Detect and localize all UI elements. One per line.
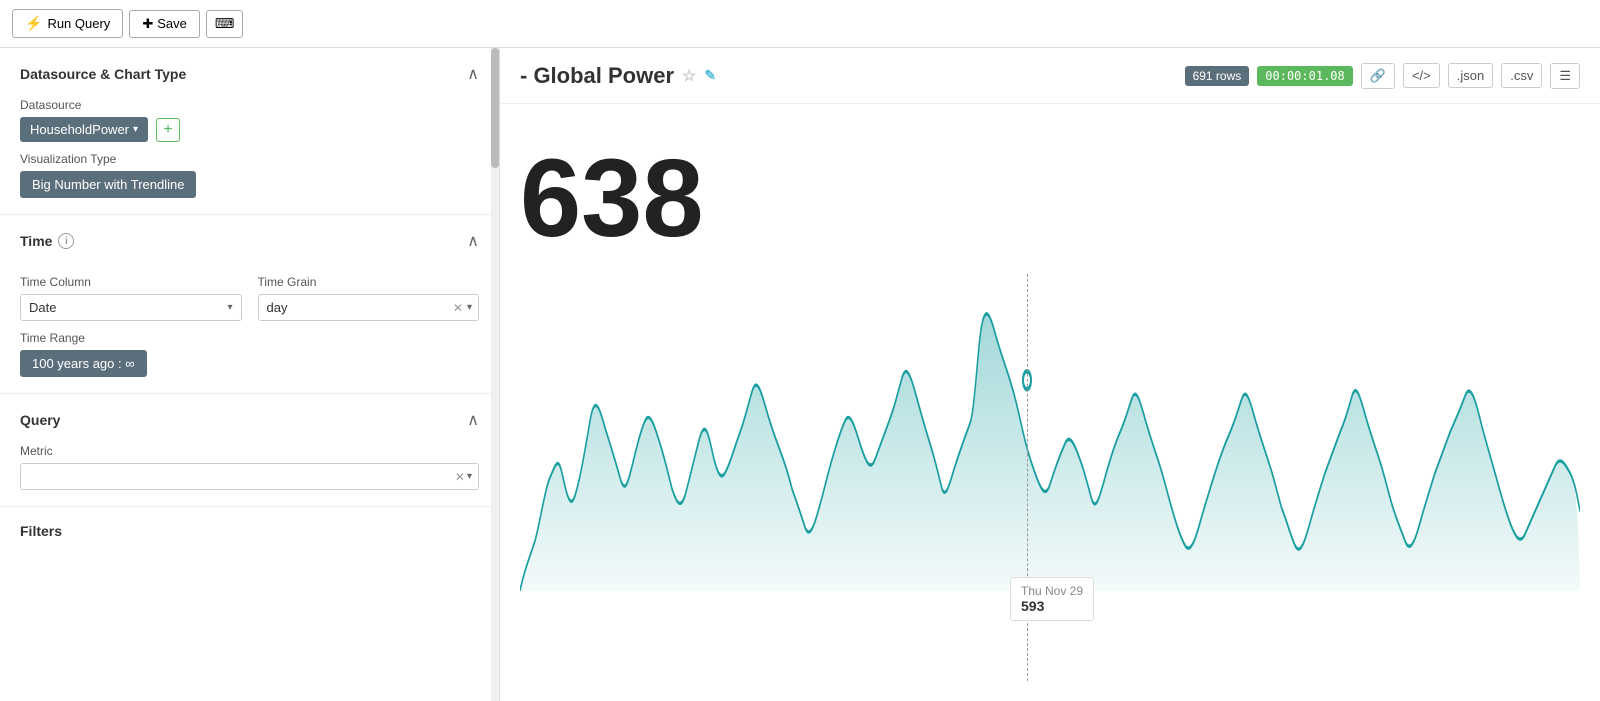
chart-content: 638 Thu Nov 29 593	[500, 104, 1600, 701]
code-icon: </>	[1412, 68, 1431, 83]
datasource-collapse-button[interactable]: ∧	[467, 64, 479, 84]
chevron-down-icon: ▾	[467, 471, 472, 482]
time-column-value: Date	[29, 300, 56, 315]
csv-icon: .csv	[1510, 68, 1533, 83]
rows-badge: 691 rows	[1185, 66, 1250, 86]
toolbar: ⚡ Run Query ✚ Save ⌨	[0, 0, 1600, 48]
viz-type-value: Big Number with Trendline	[32, 177, 184, 192]
left-panel: Datasource & Chart Type ∧ Datasource Hou…	[0, 48, 500, 701]
filters-title: Filters	[20, 523, 479, 539]
metric-input[interactable]	[27, 464, 455, 489]
viz-type-label: Visualization Type	[20, 152, 479, 166]
tooltip-line	[1027, 274, 1028, 681]
edit-icon[interactable]: ✎	[704, 67, 716, 84]
chevron-down-icon: ▾	[467, 302, 472, 313]
chart-header-right: 691 rows 00:00:01.08 🔗 </> .json .csv	[1185, 63, 1580, 89]
time-collapse-button[interactable]: ∧	[467, 231, 479, 251]
datasource-label: Datasource	[20, 98, 479, 112]
time-row: Time Column Date ▾ Time Grain day ✕ ▾	[20, 265, 479, 321]
chevron-down-icon: ▾	[133, 124, 138, 135]
metric-clear-button[interactable]: ✕	[455, 470, 465, 484]
add-datasource-button[interactable]: +	[156, 118, 180, 142]
time-grain-label: Time Grain	[258, 275, 480, 289]
chevron-down-icon: ▾	[227, 302, 232, 313]
filters-section: Filters	[0, 507, 499, 547]
right-panel: - Global Power ☆ ✎ 691 rows 00:00:01.08 …	[500, 48, 1600, 701]
time-grain-group: Time Grain day ✕ ▾	[258, 265, 480, 321]
main-layout: Datasource & Chart Type ∧ Datasource Hou…	[0, 48, 1600, 701]
datasource-section-header: Datasource & Chart Type ∧	[20, 64, 479, 84]
datasource-row: HouseholdPower ▾ +	[20, 117, 479, 142]
link-icon: 🔗	[1370, 68, 1386, 83]
time-range-value: 100 years ago : ∞	[32, 356, 135, 371]
csv-button[interactable]: .csv	[1501, 63, 1542, 88]
metric-label: Metric	[20, 444, 479, 458]
save-label: Save	[157, 16, 187, 31]
time-grain-clear-button[interactable]: ✕	[453, 301, 463, 315]
query-collapse-button[interactable]: ∧	[467, 410, 479, 430]
plus-icon: +	[163, 121, 172, 139]
time-section-header: Time i ∧	[20, 231, 479, 251]
time-section-title: Time i	[20, 233, 74, 249]
datasource-section-title: Datasource & Chart Type	[20, 66, 186, 82]
query-section-header: Query ∧	[20, 410, 479, 430]
time-section: Time i ∧ Time Column Date ▾ Time Grain	[0, 215, 499, 394]
run-query-label: Run Query	[47, 16, 110, 31]
json-button[interactable]: .json	[1448, 63, 1493, 88]
scrollbar-track	[491, 48, 499, 701]
chart-header: - Global Power ☆ ✎ 691 rows 00:00:01.08 …	[500, 48, 1600, 104]
star-icon[interactable]: ☆	[682, 66, 696, 86]
trendline-container: Thu Nov 29 593	[520, 274, 1580, 681]
viz-type-button[interactable]: Big Number with Trendline	[20, 171, 196, 198]
query-section-title: Query	[20, 412, 60, 428]
app-container: ⚡ Run Query ✚ Save ⌨ Datasource & Chart …	[0, 0, 1600, 701]
keyboard-button[interactable]: ⌨	[206, 10, 243, 38]
keyboard-icon: ⌨	[215, 16, 234, 31]
chart-title-text: - Global Power	[520, 63, 674, 89]
json-icon: .json	[1457, 68, 1484, 83]
datasource-select[interactable]: HouseholdPower ▾	[20, 117, 148, 142]
code-button[interactable]: </>	[1403, 63, 1440, 88]
time-column-group: Time Column Date ▾	[20, 265, 242, 321]
time-range-button[interactable]: 100 years ago : ∞	[20, 350, 147, 377]
run-query-button[interactable]: ⚡ Run Query	[12, 9, 123, 38]
datasource-value: HouseholdPower	[30, 122, 129, 137]
menu-icon: ☰	[1559, 68, 1571, 83]
more-options-button[interactable]: ☰	[1550, 63, 1580, 89]
chart-title-group: - Global Power ☆ ✎	[520, 63, 716, 89]
query-section: Query ∧ Metric ✕ ▾	[0, 394, 499, 507]
lightning-icon: ⚡	[25, 15, 42, 32]
plus-icon: ✚	[142, 16, 153, 32]
time-grain-value: day	[265, 295, 453, 320]
scrollbar-thumb[interactable]	[491, 48, 499, 168]
link-button[interactable]: 🔗	[1361, 63, 1395, 89]
big-number: 638	[520, 144, 1580, 254]
metric-input-row: ✕ ▾	[20, 463, 479, 490]
time-column-label: Time Column	[20, 275, 242, 289]
save-button[interactable]: ✚ Save	[129, 10, 200, 38]
time-grain-select[interactable]: day ✕ ▾	[258, 294, 480, 321]
trendline-chart	[520, 274, 1580, 681]
time-range-label: Time Range	[20, 331, 479, 345]
query-time-badge: 00:00:01.08	[1257, 66, 1352, 86]
datasource-section: Datasource & Chart Type ∧ Datasource Hou…	[0, 48, 499, 215]
time-column-select[interactable]: Date ▾	[20, 294, 242, 321]
time-info-icon[interactable]: i	[58, 233, 74, 249]
